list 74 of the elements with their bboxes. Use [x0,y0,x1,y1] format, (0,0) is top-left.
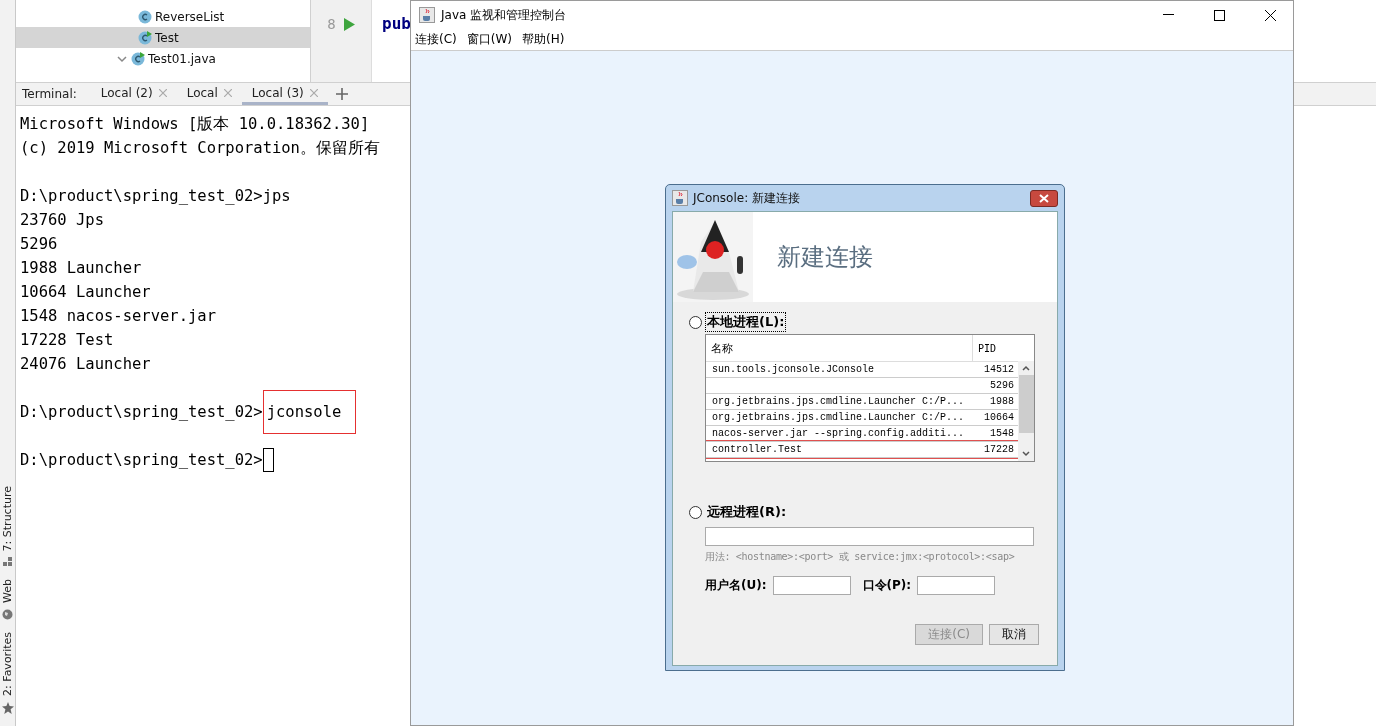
terminal-output: 17228 Test [20,330,114,351]
table-cell: 1548 [990,428,1014,439]
terminal-prompt: D:\product\spring_test_02> [20,402,263,423]
table-row[interactable]: org.jetbrains.jps.cmdline.Launcher C:/P... 10664 [706,410,1018,426]
username-field[interactable] [772,576,851,595]
code-text: pub [381,13,412,35]
menu-item[interactable]: 连接(C) [415,31,457,48]
table-row[interactable]: nacos-server.jar --spring.config.additi... 1548 [706,426,1018,442]
scroll-bar[interactable] [1018,361,1034,461]
terminal-output: 10664 Launcher [20,282,151,303]
table-cell: controller.Test [712,444,802,455]
globe-icon [2,609,13,621]
password-label: 口令(P): [862,577,912,594]
table-cell: 1988 [990,396,1014,407]
table-cell: org.jetbrains.jps.cmdline.Launcher C:/P... [712,396,965,407]
tree-item[interactable]: ReverseList [16,6,310,27]
table-cell: 10664 [984,412,1014,423]
chevron-icon[interactable] [116,53,128,64]
window-title: Java 监视和管理控制台 [441,6,567,24]
terminal-command: jps [262,186,291,207]
terminal-tab[interactable]: Local (3) [241,83,328,105]
table-cell: org.jetbrains.jps.cmdline.Launcher C:/P... [712,412,965,423]
cup-icon [672,190,688,206]
tool-window-button[interactable]: Web [1,579,14,621]
dialog-button[interactable]: 取消 [989,624,1039,645]
terminal-output: 1988 Launcher [20,258,142,279]
terminal-output: 24076 Launcher [20,354,151,375]
radio-option[interactable]: 本地进程(L): [689,312,1041,332]
table-cell: 17228 [984,444,1014,455]
close-icon[interactable] [223,88,232,97]
column-header: PID [972,335,1018,361]
table-cell: 14512 [984,364,1014,375]
password-field[interactable] [917,576,996,595]
table-row[interactable]: sun.tools.jconsole.JConsole 14512 [706,362,1018,378]
runnable-class-icon [138,30,152,45]
dialog-title: JConsole: 新建连接 [693,189,801,207]
terminal-output: Microsoft Windows [版本 10.0.18362.30] [20,114,370,135]
terminal-output: (c) 2019 Microsoft Corporation。保留所有 [20,138,380,159]
terminal-prompt: D:\product\spring_test_02> [20,450,263,471]
terminal-tab[interactable]: Local (2) [90,83,177,105]
close-icon[interactable] [309,88,318,97]
usage-hint: 用法: <hostname>:<port> 或 service:jmx:<protocol>:<sap> [705,550,1016,564]
dialog-heading: 新建连接 [777,242,873,273]
tool-window-button[interactable]: 2: Favorites [1,632,14,714]
table-row[interactable]: org.jetbrains.jps.cmdline.Launcher C:/P... 1988 [706,394,1018,410]
tree-item[interactable]: Test01.java [16,48,310,69]
terminal-output: 23760 Jps [20,210,104,231]
terminal-tab[interactable]: Local [176,83,242,105]
username-label: 用户名(U): [705,577,767,594]
table-cell: nacos-server.jar --spring.config.additi... [712,428,965,439]
terminal-output: 1548 nacos-server.jar [20,306,216,327]
address-field[interactable] [705,527,1034,546]
menu-item[interactable]: 帮助(H) [522,31,565,48]
tool-window-button[interactable]: 7: Structure [1,485,14,568]
terminal-prompt: D:\product\spring_test_02> [20,186,263,207]
terminal-output: 5296 [20,234,58,255]
column-header: 名称 [710,340,734,357]
terminal-label: Terminal: [22,86,78,103]
run-icon[interactable] [343,18,355,31]
table-cell: 5296 [990,380,1014,391]
blocks-icon [2,557,13,568]
table-cell: sun.tools.jconsole.JConsole [712,364,875,375]
class-icon [138,9,152,24]
close-icon[interactable] [158,88,167,97]
table-row[interactable]: 5296 [706,378,1018,394]
radio-option[interactable]: 远程进程(R): [689,502,1041,522]
tree-item[interactable]: Test [16,27,310,48]
close-button[interactable] [1030,189,1058,207]
star-icon [1,702,14,714]
runnable-class-icon [131,51,145,66]
menu-item[interactable]: 窗口(W) [466,31,512,48]
line-number: 8 [327,16,336,32]
highlighted-command: jconsole [262,390,357,434]
cup-icon [419,7,435,23]
